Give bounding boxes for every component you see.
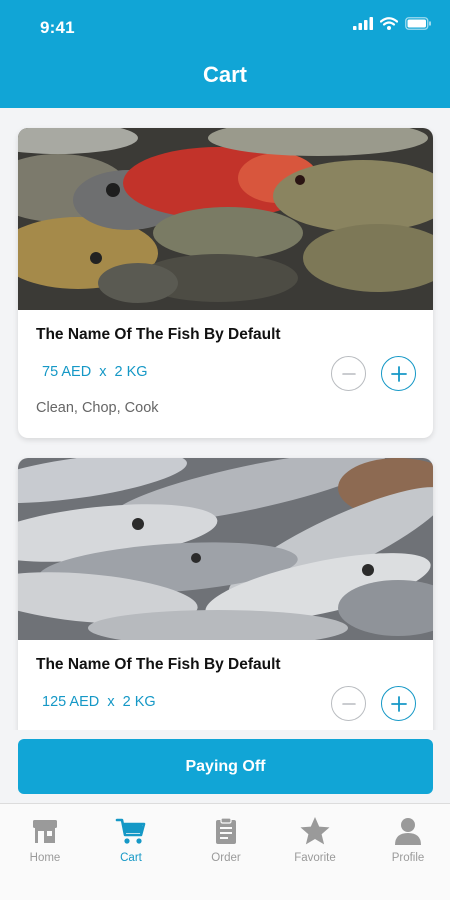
- app-header: 9:41 Cart: [0, 0, 450, 108]
- fish-image: [18, 458, 433, 640]
- tab-label: Cart: [120, 852, 142, 864]
- status-icons: [353, 17, 432, 30]
- tab-label: Order: [211, 852, 241, 864]
- wifi-icon: [380, 17, 398, 30]
- multiply-sign: x: [107, 694, 115, 710]
- tab-order[interactable]: Order: [181, 816, 271, 864]
- item-quantity: 2 KG: [122, 694, 156, 710]
- decrease-quantity-button[interactable]: [331, 356, 366, 391]
- tab-label: Home: [29, 852, 61, 864]
- item-price: 75 AED: [42, 364, 92, 380]
- fish-name: The Name Of The Fish By Default: [36, 656, 281, 673]
- tab-label: Profile: [391, 852, 425, 864]
- star-icon: [300, 817, 330, 845]
- plus-icon: [390, 365, 407, 382]
- paying-off-button[interactable]: Paying Off: [18, 739, 433, 794]
- price-line: 75 AED x 2 KG: [42, 364, 148, 380]
- tab-home[interactable]: Home: [0, 816, 90, 864]
- fish-image: [18, 128, 433, 310]
- cart-item-card[interactable]: The Name Of The Fish By Default 75 AED x…: [18, 128, 433, 438]
- cart-item-card[interactable]: The Name Of The Fish By Default 125 AED …: [18, 458, 433, 730]
- page-title: Cart: [202, 62, 247, 87]
- decrease-quantity-button[interactable]: [331, 686, 366, 721]
- tab-favorite[interactable]: Favorite: [270, 816, 360, 864]
- minus-icon: [341, 372, 356, 375]
- person-icon: [395, 818, 421, 845]
- increase-quantity-button[interactable]: [381, 356, 416, 391]
- status-time: 9:41: [40, 18, 75, 37]
- item-quantity: 2 KG: [114, 364, 148, 380]
- price-line: 125 AED x 2 KG: [42, 694, 156, 710]
- plus-icon: [390, 695, 407, 712]
- tab-profile[interactable]: Profile: [363, 816, 450, 864]
- cart-list[interactable]: The Name Of The Fish By Default 75 AED x…: [0, 108, 450, 730]
- multiply-sign: x: [99, 364, 107, 380]
- clipboard-icon: [216, 817, 236, 844]
- fish-name: The Name Of The Fish By Default: [36, 326, 281, 343]
- signal-icon: [353, 17, 373, 30]
- item-options: Clean, Chop, Cook: [36, 400, 159, 416]
- increase-quantity-button[interactable]: [381, 686, 416, 721]
- status-bar: 9:41: [0, 0, 450, 56]
- cart-icon: [115, 818, 146, 844]
- battery-icon: [405, 17, 431, 30]
- minus-icon: [341, 702, 356, 705]
- tab-cart[interactable]: Cart: [86, 816, 176, 864]
- bottom-tab-bar: Home Cart Order Favorite Profile: [0, 803, 450, 900]
- tab-label: Favorite: [294, 852, 336, 864]
- shop-icon: [33, 820, 57, 843]
- item-price: 125 AED: [42, 694, 100, 710]
